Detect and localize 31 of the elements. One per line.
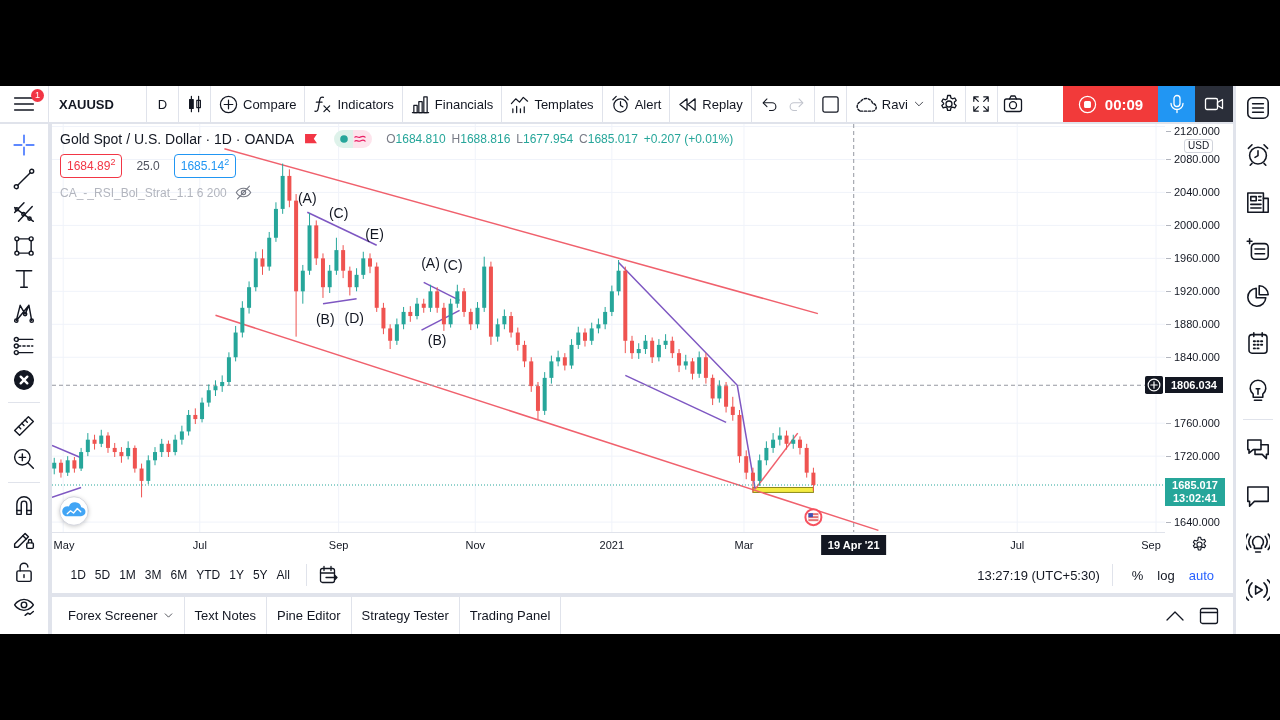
- time-axis-label: Jul: [192, 538, 207, 552]
- wave-label: (C): [328, 205, 349, 221]
- wave-label: (A): [421, 255, 440, 272]
- crosshair-price-label: 1806.034: [1165, 377, 1223, 394]
- wave-label: (C): [443, 256, 463, 273]
- last-price-value: 1685.017: [1172, 479, 1218, 492]
- time-axis-label: Sep: [328, 538, 349, 552]
- indicator-name: CA_-_RSI_Bol_Strat_1.1 6 200: [60, 185, 227, 200]
- bar-countdown: 13:02:41: [1172, 492, 1217, 505]
- time-axis-label: Jul: [1010, 538, 1025, 552]
- clock-time: 13:27:19 (UTC+5:30): [977, 567, 1100, 583]
- spread-value: 25.0: [136, 159, 160, 173]
- wave-label: (A): [297, 190, 317, 207]
- time-axis-label: 2021: [599, 538, 625, 552]
- wave-label: (B): [427, 331, 447, 348]
- ohlc-value: O1684.810: [386, 132, 446, 146]
- wave-label: (E): [365, 225, 384, 242]
- time-axis-label: Nov: [465, 538, 486, 552]
- time-axis-label: May: [53, 538, 75, 552]
- time-axis-label: Sep: [1141, 538, 1161, 552]
- price-change: +0.207 (+0.01%): [643, 132, 734, 146]
- time-axis-label: Mar: [734, 538, 754, 552]
- notification-badge: 1: [31, 89, 44, 102]
- wave-label: (D): [344, 309, 365, 326]
- price-axis-label: 2120.000: [1165, 124, 1220, 138]
- wave-label: (B): [315, 311, 335, 328]
- ohlc-value: C1685.017: [579, 132, 638, 146]
- ohlc-value: H1688.816: [451, 132, 511, 146]
- symbol-title: Gold Spot / U.S. Dollar · 1D · OANDA: [60, 131, 295, 147]
- crosshair-date-label: 19 Apr '21: [820, 535, 887, 555]
- ohlc-value: L1677.954: [516, 132, 574, 146]
